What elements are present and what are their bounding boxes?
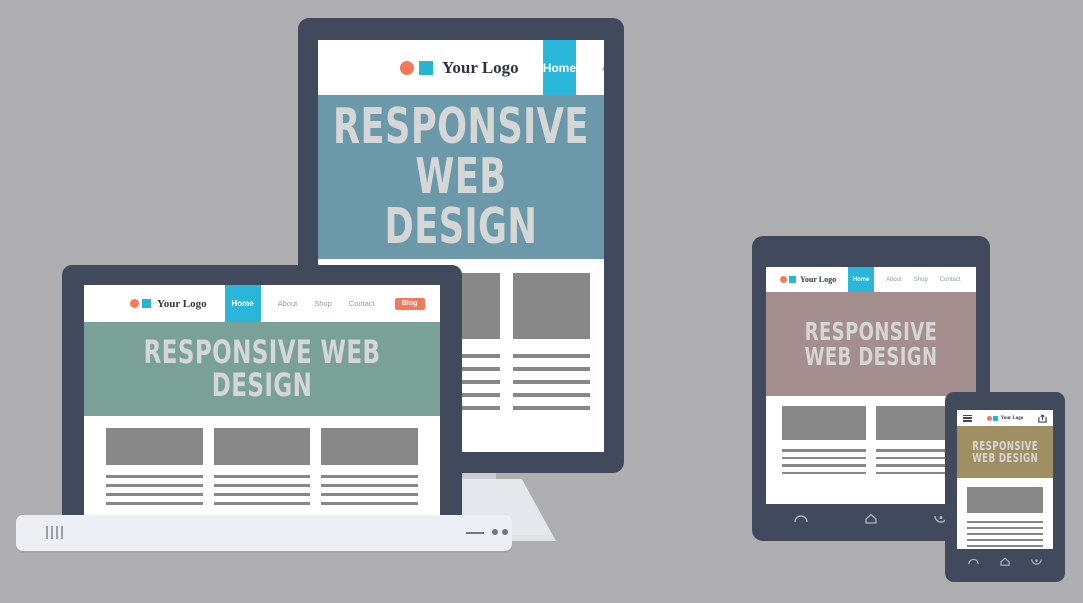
content-column: [512, 273, 590, 410]
laptop-content: [84, 416, 440, 515]
back-icon[interactable]: [967, 557, 979, 565]
laptop-base: [16, 515, 512, 551]
laptop-vents: [46, 526, 63, 539]
blog-button-label: Blog: [401, 300, 418, 307]
image-placeholder: [782, 406, 866, 440]
image-placeholder: [106, 428, 203, 465]
logo-text: Your Logo: [800, 275, 837, 284]
tablet-navbar: Your Logo Home About Shop Contact: [766, 267, 976, 292]
image-placeholder: [321, 428, 419, 465]
content-column: [106, 428, 203, 505]
logo-square-icon: [419, 60, 433, 75]
phone-content: [957, 478, 1053, 549]
desktop-logo[interactable]: Your Logo: [400, 58, 519, 78]
desktop-hero: RESPONSIVE WEB DESIGN: [318, 95, 604, 259]
desktop-navbar: Your Logo Home About Shop Contact Blog: [318, 40, 604, 95]
logo-square-icon: [789, 276, 796, 283]
desktop-hero-title: RESPONSIVE WEB DESIGN: [333, 98, 589, 255]
device-mockup-scene: Your Logo Home About Shop Contact Blog: [0, 0, 1083, 603]
phone-navbar: Your Logo: [957, 410, 1053, 426]
nav-item-about[interactable]: About: [278, 299, 298, 308]
laptop-logo[interactable]: Your Logo: [130, 298, 207, 310]
text-lines: [512, 354, 590, 410]
image-placeholder: [213, 428, 311, 465]
nav-item-shop[interactable]: Shop: [314, 299, 332, 308]
laptop-hero-title: RESPONSIVE WEB DESIGN: [143, 333, 381, 404]
nav-home-label: Home: [231, 299, 254, 308]
share-icon[interactable]: [1038, 413, 1047, 423]
back-icon[interactable]: [794, 513, 809, 523]
phone-logo[interactable]: Your Logo: [986, 415, 1024, 421]
smartphone: Your Logo RESPONSIVE WEB DESIGN: [945, 392, 1065, 582]
logo-circle-icon: [400, 60, 414, 75]
logo-circle-icon: [780, 276, 787, 283]
content-column: [321, 428, 419, 505]
laptop-navbar: Your Logo Home About Shop Contact Blog: [84, 285, 440, 322]
logo-square-icon: [993, 415, 999, 421]
nav-home-label: Home: [542, 60, 577, 75]
laptop-hero: RESPONSIVE WEB DESIGN: [84, 322, 440, 416]
tablet-hero-title: RESPONSIVE WEB DESIGN: [804, 316, 938, 371]
nav-item-home[interactable]: Home: [224, 285, 261, 322]
nav-item-contact[interactable]: Contact: [940, 277, 961, 283]
nav-item-about[interactable]: About: [886, 277, 902, 283]
content-column: [782, 406, 866, 474]
logo-square-icon: [142, 299, 151, 308]
laptop-indicator-dash: [466, 532, 484, 534]
text-lines: [213, 475, 311, 505]
recent-apps-icon[interactable]: [1031, 557, 1043, 565]
laptop-indicator-dots: [492, 529, 508, 535]
logo-circle-icon: [986, 415, 992, 421]
laptop-nav-links: About Shop Contact: [278, 299, 375, 308]
text-lines: [782, 449, 866, 474]
laptop-columns: [84, 428, 440, 505]
desktop-nav-links: About Shop Contact: [602, 62, 604, 74]
logo-circle-icon: [130, 299, 139, 308]
nav-item-shop[interactable]: Shop: [914, 277, 928, 283]
text-lines: [106, 475, 203, 505]
content-column: [213, 428, 311, 505]
hamburger-menu-icon[interactable]: [963, 414, 972, 422]
phone-hero-title: RESPONSIVE WEB DESIGN: [972, 438, 1038, 465]
laptop-bezel: Your Logo Home About Shop Contact Blog R…: [62, 265, 462, 525]
nav-item-about[interactable]: About: [602, 62, 604, 74]
nav-item-home[interactable]: Home: [848, 267, 875, 292]
phone-android-nav: [957, 549, 1053, 573]
blog-button[interactable]: Blog: [394, 297, 425, 310]
logo-text: Your Logo: [1000, 415, 1024, 421]
logo-text: Your Logo: [442, 57, 519, 77]
image-placeholder: [512, 273, 590, 339]
tablet-nav-links: About Shop Contact: [886, 277, 960, 283]
tablet-logo[interactable]: Your Logo: [780, 275, 836, 284]
laptop-screen: Your Logo Home About Shop Contact Blog R…: [84, 285, 440, 515]
logo-text: Your Logo: [157, 297, 207, 310]
image-placeholder: [967, 487, 1043, 513]
phone-screen: Your Logo RESPONSIVE WEB DESIGN: [957, 410, 1053, 549]
nav-item-home[interactable]: Home: [542, 40, 577, 95]
home-icon[interactable]: [865, 513, 877, 524]
nav-item-contact[interactable]: Contact: [349, 299, 375, 308]
text-lines: [967, 521, 1043, 547]
home-icon[interactable]: [1000, 556, 1010, 566]
nav-home-label: Home: [852, 276, 870, 283]
phone-hero: RESPONSIVE WEB DESIGN: [957, 426, 1053, 478]
text-lines: [321, 475, 419, 505]
tablet-hero: RESPONSIVE WEB DESIGN: [766, 292, 976, 396]
